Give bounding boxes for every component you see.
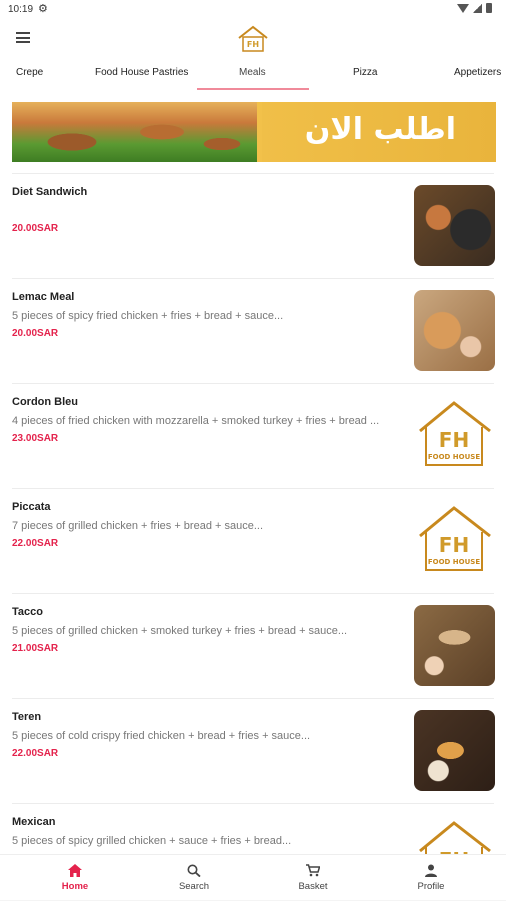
divider	[12, 698, 494, 699]
nav-home[interactable]: Home	[12, 855, 138, 901]
logo-words: FOOD HOUSE	[428, 558, 480, 566]
app-bar: FH	[0, 18, 506, 58]
logo-words: FOOD HOUSE	[428, 453, 480, 461]
item-price: 20.00SAR	[12, 328, 59, 339]
nav-profile-label: Profile	[417, 881, 445, 892]
home-icon	[68, 864, 82, 877]
item-name: Mexican	[12, 816, 56, 828]
status-icons	[457, 3, 492, 13]
food-house-logo: FH	[419, 821, 491, 854]
item-description: 5 pieces of grilled chicken + smoked tur…	[12, 625, 348, 637]
person-icon	[425, 864, 437, 877]
logo-letters: FH	[439, 533, 469, 557]
food-house-logo: FH FOOD HOUSE	[419, 401, 491, 466]
item-description: 7 pieces of grilled chicken + fries + br…	[12, 520, 264, 532]
item-image-placeholder-logo: FH FOOD HOUSE	[414, 500, 495, 581]
item-image	[414, 290, 495, 371]
svg-text:FH: FH	[247, 40, 259, 49]
banner-order-now-text: اطلب الان	[304, 112, 456, 147]
item-price: 22.00SAR	[12, 748, 59, 759]
tab-appetizers[interactable]: Appetizers	[454, 67, 501, 78]
item-name: Teren	[12, 711, 42, 723]
search-icon	[187, 864, 201, 877]
divider	[12, 278, 494, 279]
logo-letters: FH	[439, 428, 469, 452]
list-item[interactable]: Piccata 7 pieces of grilled chicken + fr…	[0, 488, 506, 593]
item-image	[414, 605, 495, 686]
category-tabs: Crepe Food House Pastries Meals Pizza Ap…	[0, 58, 506, 92]
divider	[12, 488, 494, 489]
item-image-placeholder-logo: FH	[414, 815, 495, 854]
list-item[interactable]: Lemac Meal 5 pieces of spicy fried chick…	[0, 278, 506, 383]
list-item[interactable]: Mexican 5 pieces of spicy grilled chicke…	[0, 803, 506, 854]
item-price: 21.00SAR	[12, 643, 59, 654]
item-name: Diet Sandwich	[12, 186, 88, 198]
item-price: 22.00SAR	[12, 538, 59, 549]
food-house-logo: FH	[238, 25, 268, 52]
item-name: Cordon Bleu	[12, 396, 78, 408]
settings-gear-icon: ⚙	[38, 3, 48, 15]
food-house-logo: FH FOOD HOUSE	[419, 506, 491, 571]
nav-search-label: Search	[178, 881, 210, 892]
tab-meals[interactable]: Meals	[239, 67, 266, 78]
item-price: 20.00SAR	[12, 223, 59, 234]
nav-home-label: Home	[61, 881, 89, 892]
meal-list: اطلب الان Diet Sandwich 20.00SAR Lemac M…	[0, 92, 506, 854]
item-image-placeholder-logo: FH FOOD HOUSE	[414, 395, 495, 476]
item-description: 4 pieces of fried chicken with mozzarell…	[12, 415, 380, 427]
nav-basket-label: Basket	[298, 881, 328, 892]
list-item[interactable]: Tacco 5 pieces of grilled chicken + smok…	[0, 593, 506, 698]
hamburger-menu-icon[interactable]	[16, 32, 30, 43]
wifi-icon	[457, 3, 469, 13]
item-name: Lemac Meal	[12, 291, 75, 303]
item-image	[414, 185, 495, 266]
list-item[interactable]: Teren 5 pieces of cold crispy fried chic…	[0, 698, 506, 803]
divider	[12, 173, 494, 174]
bottom-navigation: Home Search Basket Profile	[0, 854, 506, 900]
banner-text-panel: اطلب الان	[262, 102, 496, 162]
cellular-signal-icon	[473, 3, 482, 13]
status-time: 10:19	[8, 4, 34, 15]
nav-profile[interactable]: Profile	[368, 855, 494, 901]
item-image	[414, 710, 495, 791]
item-name: Piccata	[12, 501, 51, 513]
tab-pizza[interactable]: Pizza	[353, 67, 377, 78]
tab-crepe[interactable]: Crepe	[16, 67, 43, 78]
item-name: Tacco	[12, 606, 43, 618]
divider	[12, 383, 494, 384]
tab-food-house-pastries[interactable]: Food House Pastries	[95, 67, 188, 78]
status-bar: 10:19 ⚙	[0, 0, 506, 18]
item-description: 5 pieces of spicy grilled chicken + sauc…	[12, 835, 292, 847]
cart-icon	[306, 864, 320, 877]
nav-search[interactable]: Search	[131, 855, 257, 901]
divider	[12, 593, 494, 594]
list-item[interactable]: Cordon Bleu 4 pieces of fried chicken wi…	[0, 383, 506, 488]
item-description: 5 pieces of cold crispy fried chicken + …	[12, 730, 311, 742]
item-price: 23.00SAR	[12, 433, 59, 444]
banner-food-image	[12, 102, 257, 162]
nav-basket[interactable]: Basket	[250, 855, 376, 901]
battery-icon	[486, 3, 492, 13]
divider	[12, 803, 494, 804]
promo-banner[interactable]: اطلب الان	[12, 102, 496, 162]
item-description: 5 pieces of spicy fried chicken + fries …	[12, 310, 284, 322]
active-tab-indicator	[197, 88, 309, 90]
list-item[interactable]: Diet Sandwich 20.00SAR	[0, 173, 506, 278]
